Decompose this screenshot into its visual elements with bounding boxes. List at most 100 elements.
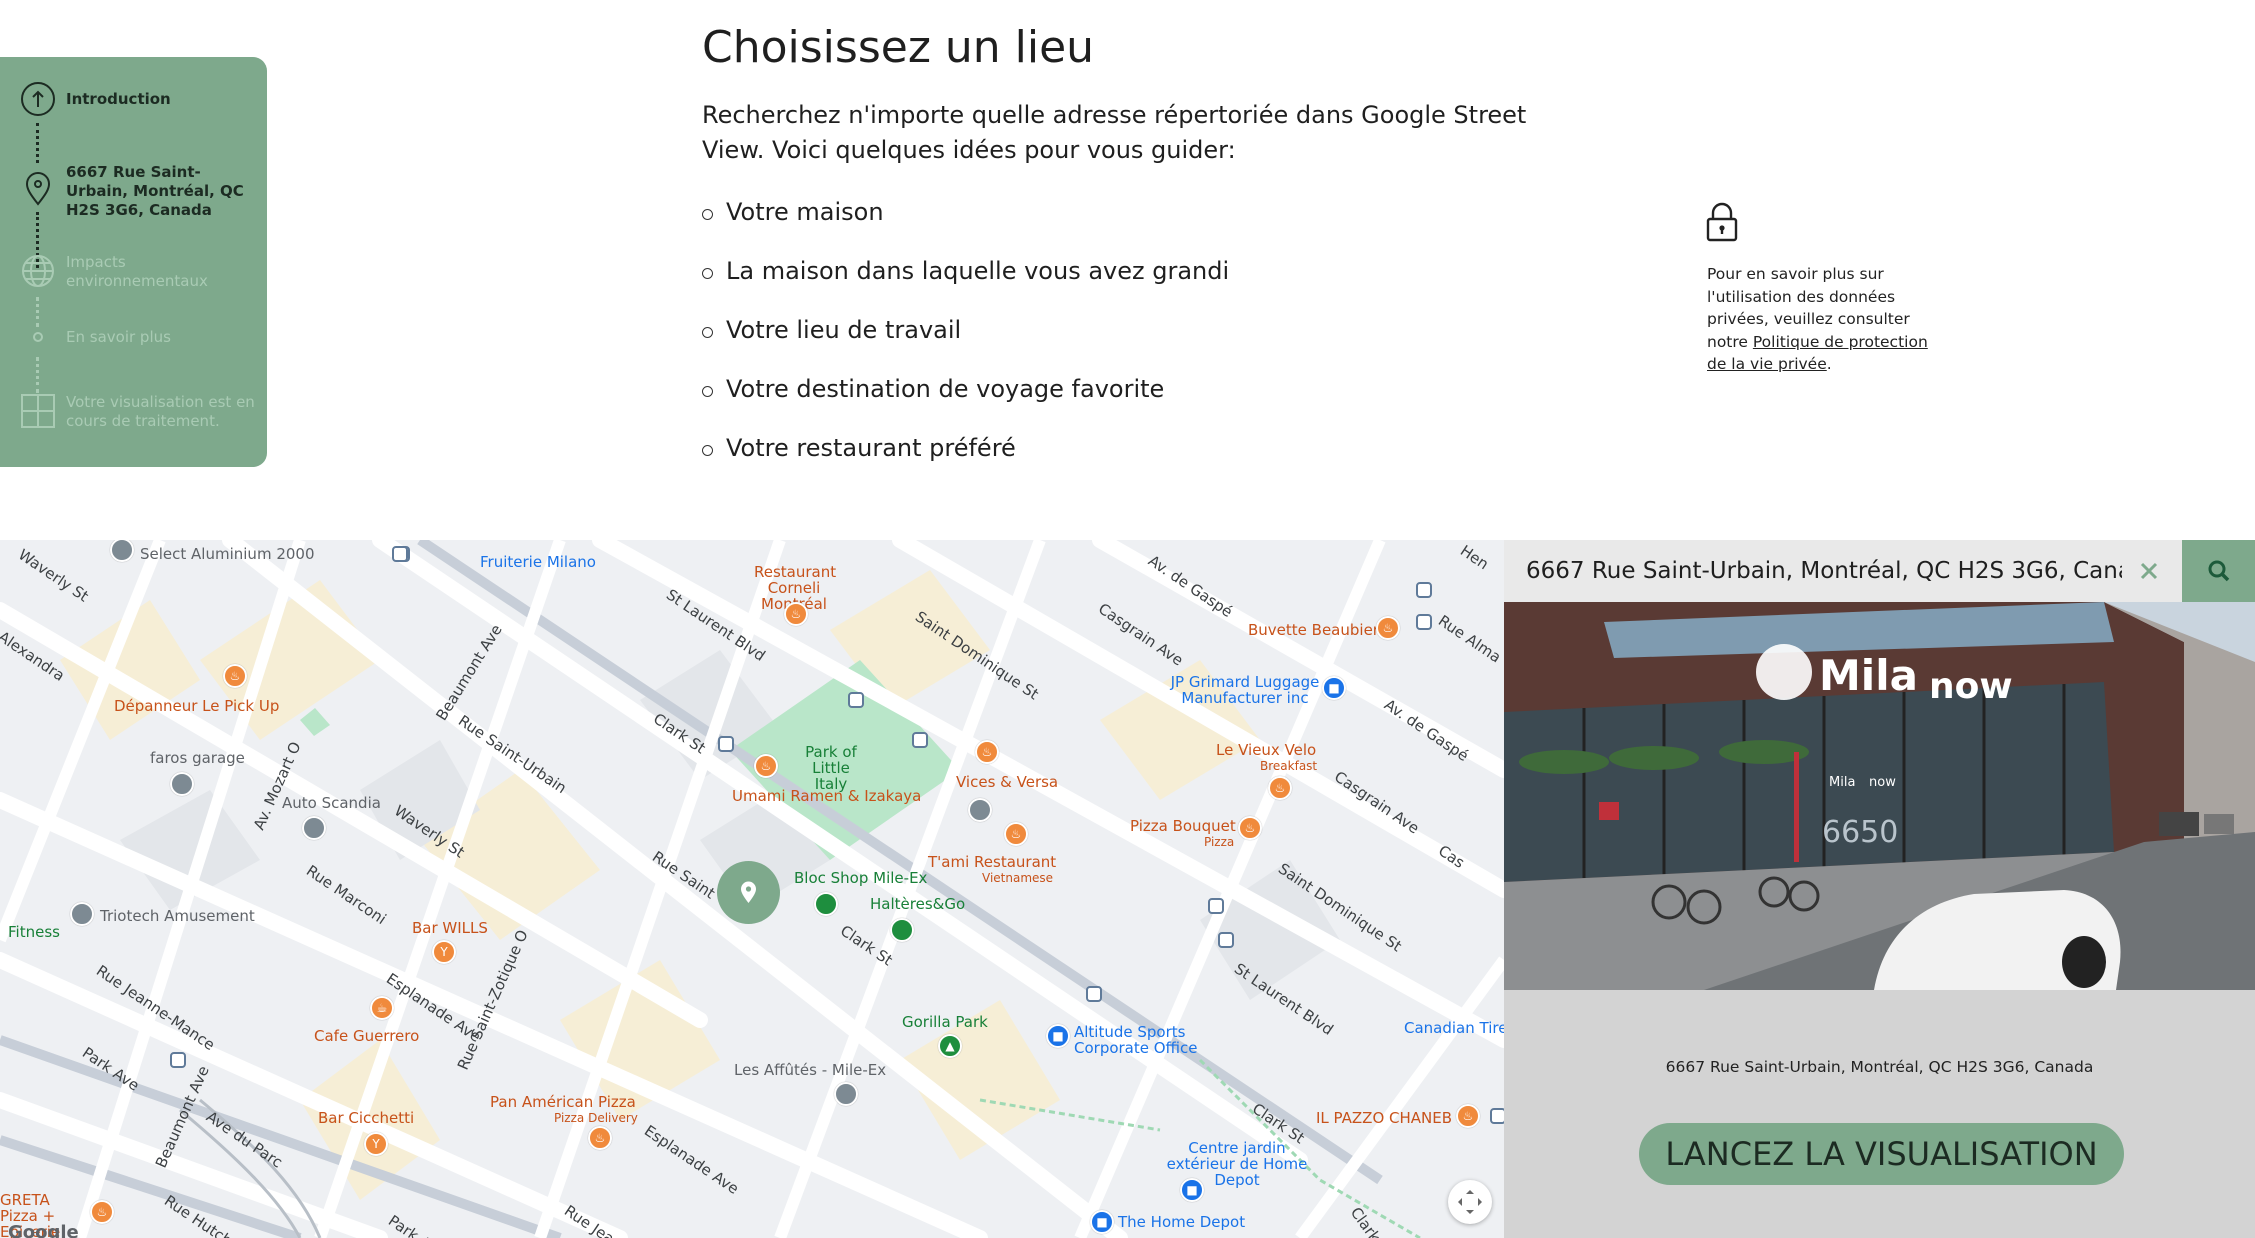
arrow-up-circle-icon (21, 82, 55, 116)
search-button[interactable] (2182, 540, 2255, 602)
close-icon (2140, 562, 2158, 580)
sign-text-2: now (1929, 666, 2013, 707)
place-label[interactable]: IL PAZZO CHANEB (1316, 1110, 1452, 1126)
restaurant-icon[interactable]: ♨ (754, 754, 778, 778)
restaurant-icon[interactable]: ♨ (90, 1200, 114, 1224)
clear-button[interactable] (2126, 548, 2172, 594)
shopping-icon[interactable]: ■ (1322, 676, 1346, 700)
sign-text: Mila (1819, 651, 1918, 700)
globe-icon (22, 255, 54, 287)
place-label[interactable]: Fruiterie Milano (480, 554, 596, 570)
shopping-icon[interactable]: ■ (1046, 1024, 1070, 1048)
step-connector (36, 123, 40, 163)
transit-stop-icon[interactable] (1218, 932, 1234, 948)
transit-stop-icon[interactable] (848, 692, 864, 708)
launch-visualisation-button[interactable]: LANCEZ LA VISUALISATION (1639, 1123, 2124, 1185)
step-label: 6667 Rue Saint-Urbain, Montréal, QC H2S … (66, 163, 244, 219)
amusement-icon[interactable] (70, 902, 94, 926)
restaurant-icon[interactable]: ♨ (784, 602, 808, 626)
ideas-list: Votre maison La maison dans laquelle vou… (702, 195, 1229, 490)
place-label[interactable]: Cafe Guerrero (314, 1028, 419, 1044)
shopping-icon[interactable]: ■ (1090, 1210, 1114, 1234)
place-label[interactable]: Dépanneur Le Pick Up (114, 698, 279, 714)
location-pin-icon (25, 172, 51, 206)
dot-icon (33, 332, 43, 342)
privacy-end: . (1826, 355, 1832, 373)
door-sign: Mila (1829, 775, 1855, 790)
search-bar (1504, 540, 2255, 602)
restaurant-icon[interactable]: ♨ (1456, 1104, 1480, 1128)
place-label[interactable]: Canadian Tire (1404, 1020, 1504, 1036)
transit-stop-icon[interactable] (1086, 986, 1102, 1002)
place-label[interactable]: Fitness (8, 924, 60, 940)
google-logo: Google (8, 1222, 79, 1238)
place-label[interactable]: Pan Américan Pizza (490, 1094, 636, 1110)
place-label[interactable]: Bloc Shop Mile-Ex (794, 870, 927, 886)
bar-icon[interactable]: Y (432, 940, 456, 964)
list-item: Votre lieu de travail (702, 313, 1229, 372)
place-label[interactable]: Haltères&Go (870, 896, 965, 912)
climbing-icon[interactable] (814, 892, 838, 916)
place-label[interactable]: faros garage (150, 750, 245, 766)
transit-stop-icon[interactable] (912, 732, 928, 748)
place-label[interactable]: Auto Scandia (282, 795, 381, 811)
place-label[interactable]: Umami Ramen & Izakaya (732, 788, 921, 804)
place-sublabel: Vietnamese (982, 871, 1054, 885)
transit-stop-icon[interactable] (1208, 898, 1224, 914)
education-icon[interactable] (968, 798, 992, 822)
street-view-preview[interactable]: Mila now Mila now 6650 (1504, 602, 2255, 990)
restaurant-icon[interactable]: ♨ (1238, 816, 1262, 840)
place-label[interactable]: Buvette Beaubien (1248, 622, 1382, 638)
place-label[interactable]: Le Vieux Velo (1216, 742, 1316, 758)
transit-stop-icon[interactable] (392, 546, 408, 562)
bar-icon[interactable]: Y (364, 1132, 388, 1156)
car-repair-icon[interactable] (170, 772, 194, 796)
step-label: Introduction (66, 90, 171, 108)
location-preview-panel: Mila now Mila now 6650 6667 Rue Sain (1504, 540, 2255, 1238)
transit-stop-icon[interactable] (170, 1052, 186, 1068)
step-label: Votre visualisation est en cours de trai… (66, 393, 255, 430)
location-pin-icon (741, 881, 756, 903)
restaurant-icon[interactable]: ♨ (223, 664, 247, 688)
place-label[interactable]: The Home Depot (1118, 1214, 1245, 1230)
place-sublabel: Breakfast (1260, 759, 1318, 773)
gym-icon[interactable] (890, 918, 914, 942)
park-icon[interactable]: ▲ (938, 1034, 962, 1058)
fullscreen-button[interactable] (1448, 1180, 1492, 1224)
place-label[interactable]: Pizza Bouquet (1130, 818, 1236, 834)
restaurant-icon[interactable]: ♨ (1004, 822, 1028, 846)
restaurant-icon[interactable]: ♨ (588, 1126, 612, 1150)
transit-stop-icon[interactable] (1490, 1108, 1504, 1124)
progress-panel: Introduction 6667 Rue Saint-Urbain, Mont… (0, 57, 267, 467)
place-label[interactable]: Bar WILLS (412, 920, 488, 936)
place-label[interactable]: T'ami Restaurant (928, 854, 1056, 870)
bar-icon[interactable]: ♨ (1376, 616, 1400, 640)
list-item: La maison dans laquelle vous avez grandi (702, 254, 1229, 313)
list-item: Votre restaurant préféré (702, 431, 1229, 490)
cafe-icon[interactable]: ☕ (370, 996, 394, 1020)
education-icon[interactable] (834, 1082, 858, 1106)
place-label[interactable]: Altitude Sports Corporate Office (1074, 1024, 1204, 1056)
selected-location-marker[interactable] (717, 861, 780, 924)
door-sign-2: now (1869, 775, 1896, 790)
shopping-icon[interactable]: ■ (1180, 1178, 1204, 1202)
place-label[interactable]: Les Affûtés - Mile-Ex (734, 1062, 886, 1078)
place-label[interactable]: JP Grimard Luggage Manufacturer inc (1170, 674, 1320, 706)
place-label[interactable]: Vices & Versa (956, 774, 1058, 790)
address-search-input[interactable] (1526, 554, 2122, 588)
restaurant-icon[interactable]: ♨ (975, 740, 999, 764)
place-label[interactable]: Gorilla Park (902, 1014, 988, 1030)
transit-stop-icon[interactable] (718, 736, 734, 752)
place-label[interactable]: Triotech Amusement (100, 908, 255, 924)
step-label: Impacts environnementaux (66, 253, 208, 290)
place-label[interactable]: Park of Little Italy (804, 744, 858, 792)
transit-stop-icon[interactable] (1416, 582, 1432, 598)
building-number: 6650 (1822, 815, 1898, 850)
place-label[interactable]: Select Aluminium 2000 (140, 546, 315, 562)
page-title: Choisissez un lieu (702, 22, 1095, 73)
lock-icon (1706, 202, 1738, 242)
restaurant-icon[interactable]: ♨ (1268, 776, 1292, 800)
place-label[interactable]: Bar Cicchetti (318, 1110, 414, 1126)
transit-stop-icon[interactable] (1416, 614, 1432, 630)
car-dealer-icon[interactable] (302, 816, 326, 840)
